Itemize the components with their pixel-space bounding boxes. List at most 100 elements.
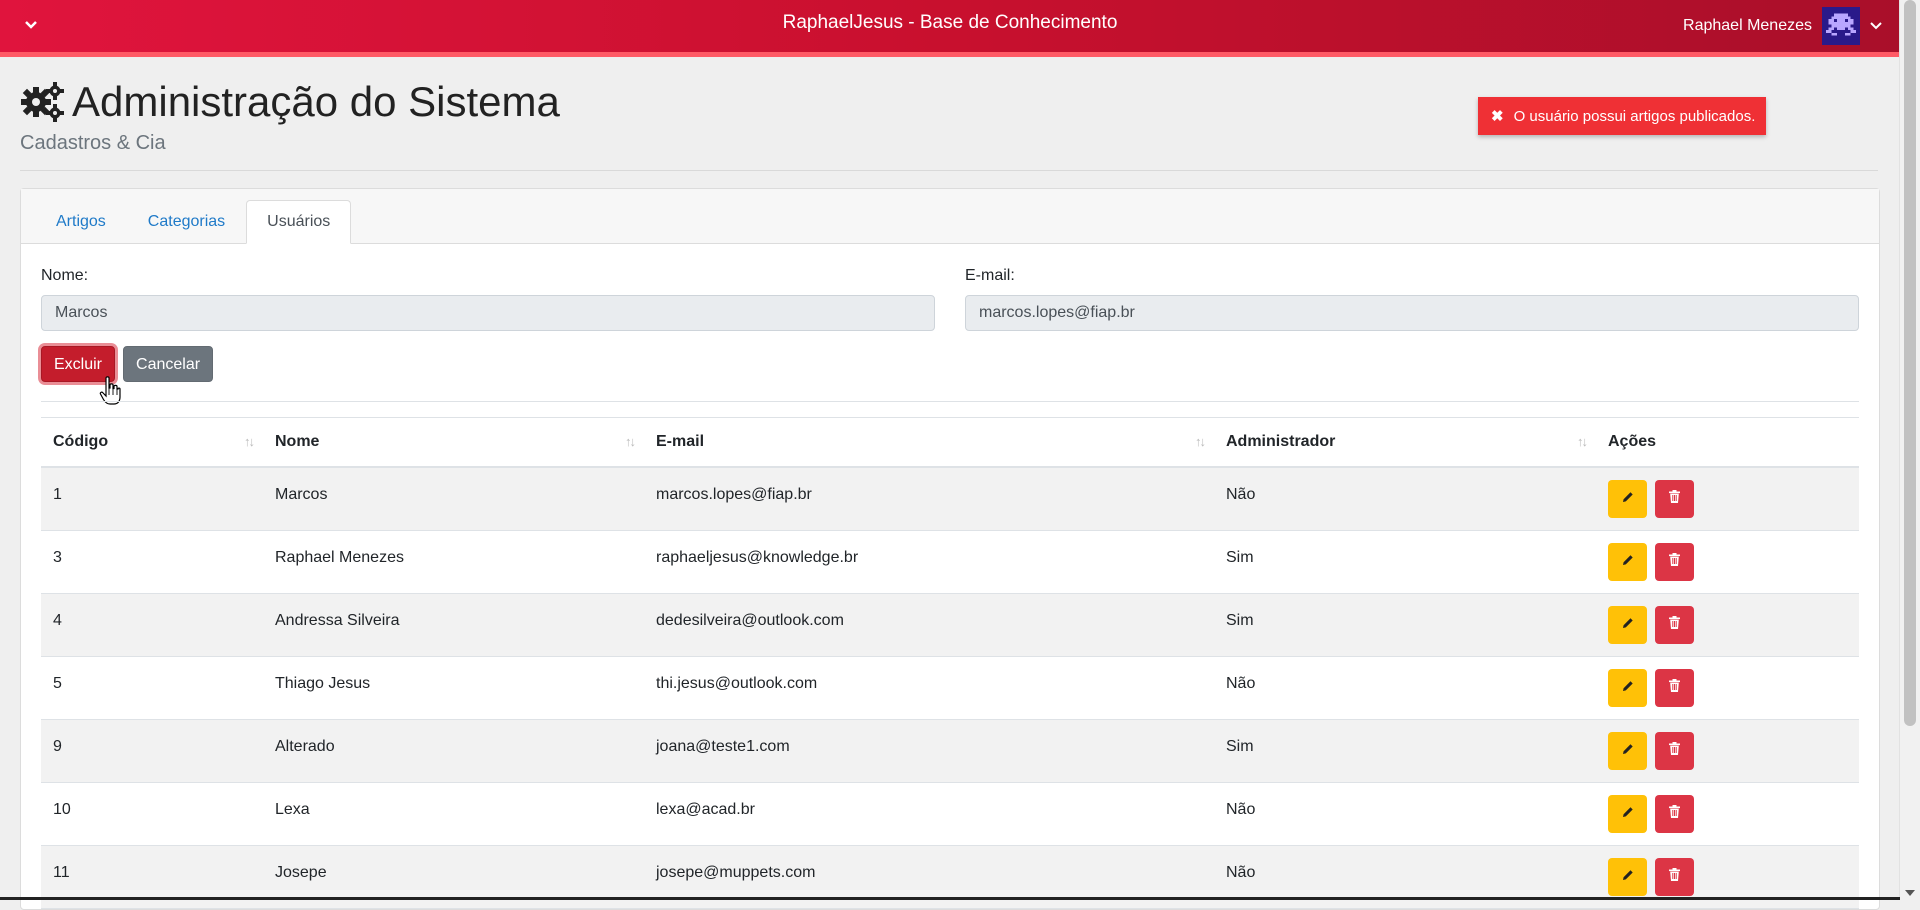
edit-button[interactable]	[1608, 857, 1647, 896]
cell-email: lexa@acad.br	[644, 782, 1214, 846]
cancel-button[interactable]: Cancelar	[123, 346, 214, 382]
cell-admin: Não	[1214, 782, 1596, 846]
row-actions	[1608, 794, 1847, 833]
trash-icon	[1669, 678, 1680, 697]
row-actions	[1608, 480, 1847, 518]
cell-name: Lexa	[263, 782, 644, 846]
cell-actions	[1596, 656, 1859, 720]
close-icon[interactable]: ✖	[1491, 107, 1504, 125]
column-header-nome[interactable]: Nome ↑↓	[263, 417, 644, 468]
sort-icon: ↑↓	[1577, 434, 1588, 449]
cell-actions	[1596, 530, 1859, 594]
cell-actions	[1596, 719, 1859, 783]
pencil-icon	[1622, 553, 1634, 571]
table-row: 10 Lexa lexa@acad.br Não	[41, 782, 1859, 846]
delete-row-button[interactable]	[1655, 794, 1694, 833]
chevron-down-icon	[1870, 22, 1882, 30]
column-label: Código	[53, 433, 109, 450]
vertical-scrollbar[interactable]	[1899, 0, 1920, 900]
name-input[interactable]: Marcos	[41, 295, 935, 331]
trash-icon	[1669, 490, 1680, 508]
trash-icon	[1669, 867, 1680, 886]
edit-button[interactable]	[1608, 605, 1647, 644]
column-header-email[interactable]: E-mail ↑↓	[644, 417, 1214, 468]
sort-icon: ↑↓	[625, 434, 636, 449]
row-actions	[1608, 731, 1847, 770]
table-header-row: Código ↑↓ Nome ↑↓ E-mail ↑↓ Administrador ↑↓…	[41, 417, 1859, 468]
row-actions	[1608, 605, 1847, 644]
email-input[interactable]: marcos.lopes@fiap.br	[965, 295, 1859, 331]
trash-icon	[1669, 552, 1680, 571]
column-header-administrador[interactable]: Administrador ↑↓	[1214, 417, 1596, 468]
gears-icon	[21, 82, 64, 122]
pixel-invader-icon	[1826, 11, 1856, 41]
scroll-down-arrow-icon[interactable]	[1905, 890, 1915, 896]
tab-categorias[interactable]: Categorias	[127, 200, 246, 244]
cell-actions	[1596, 593, 1859, 657]
row-actions	[1608, 542, 1847, 581]
page-header: Administração do Sistema Cadastros & Cia…	[20, 74, 1878, 171]
trash-icon	[1669, 741, 1680, 760]
cell-code: 9	[41, 719, 263, 783]
cell-code: 10	[41, 782, 263, 846]
app-title: RaphaelJesus - Base de Conhecimento	[782, 12, 1118, 33]
pencil-icon	[1622, 805, 1634, 823]
cell-name: Alterado	[263, 719, 644, 783]
delete-row-button[interactable]	[1655, 857, 1694, 896]
delete-row-button[interactable]	[1655, 542, 1694, 581]
cell-admin: Sim	[1214, 593, 1596, 657]
email-label: E-mail:	[965, 267, 1015, 284]
trash-icon	[1669, 615, 1680, 634]
avatar	[1822, 7, 1860, 45]
sort-icon: ↑↓	[244, 434, 255, 449]
tab-artigos[interactable]: Artigos	[35, 200, 127, 244]
pencil-icon	[1622, 868, 1634, 886]
top-navbar: RaphaelJesus - Base de Conhecimento Raph…	[0, 0, 1900, 57]
cell-email: joana@teste1.com	[644, 719, 1214, 783]
cell-admin: Não	[1214, 467, 1596, 531]
admin-card: Artigos Categorias Usuários Nome: Marcos…	[20, 188, 1880, 910]
pencil-icon	[1622, 616, 1634, 634]
cell-name: Raphael Menezes	[263, 530, 644, 594]
error-toast[interactable]: ✖ O usuário possui artigos publicados.	[1478, 97, 1766, 135]
user-name: Raphael Menezes	[1683, 17, 1812, 34]
edit-button[interactable]	[1608, 668, 1647, 707]
cell-actions	[1596, 467, 1859, 531]
table-row: 9 Alterado joana@teste1.com Sim	[41, 719, 1859, 783]
column-header-codigo[interactable]: Código ↑↓	[41, 417, 263, 468]
cell-admin: Sim	[1214, 719, 1596, 783]
table-body: 1 Marcos marcos.lopes@fiap.br Não 3 Raphael M…	[41, 467, 1859, 909]
cell-name: Marcos	[263, 467, 644, 531]
error-toast-message: O usuário possui artigos publicados.	[1513, 107, 1756, 125]
scrollbar-thumb[interactable]	[1904, 0, 1916, 726]
tab-list: Artigos Categorias Usuários	[35, 200, 352, 244]
email-field-group: E-mail: marcos.lopes@fiap.br	[965, 267, 1859, 331]
tab-usuarios[interactable]: Usuários	[246, 200, 352, 244]
column-label: Administrador	[1226, 433, 1336, 450]
column-label: Ações	[1608, 433, 1657, 450]
name-field-group: Nome: Marcos	[41, 267, 935, 331]
card-header: Artigos Categorias Usuários	[21, 189, 1879, 244]
delete-row-button[interactable]	[1655, 668, 1694, 707]
sort-icon: ↑↓	[1195, 434, 1206, 449]
cell-email: marcos.lopes@fiap.br	[644, 467, 1214, 531]
column-label: Nome	[275, 433, 320, 450]
cell-code: 4	[41, 593, 263, 657]
name-label: Nome:	[41, 267, 89, 284]
user-dropdown[interactable]: Raphael Menezes	[1683, 7, 1882, 45]
delete-row-button[interactable]	[1655, 605, 1694, 644]
table-row: 1 Marcos marcos.lopes@fiap.br Não	[41, 467, 1859, 531]
edit-button[interactable]	[1608, 480, 1647, 518]
column-header-acoes: Ações	[1596, 417, 1859, 468]
table-row: 5 Thiago Jesus thi.jesus@outlook.com Não	[41, 656, 1859, 720]
cell-name: Andressa Silveira	[263, 593, 644, 657]
edit-button[interactable]	[1608, 794, 1647, 833]
edit-button[interactable]	[1608, 731, 1647, 770]
row-actions	[1608, 668, 1847, 707]
trash-icon	[1669, 804, 1680, 823]
delete-row-button[interactable]	[1655, 731, 1694, 770]
edit-button[interactable]	[1608, 542, 1647, 581]
cell-email: raphaeljesus@knowledge.br	[644, 530, 1214, 594]
delete-row-button[interactable]	[1655, 480, 1694, 518]
cell-code: 5	[41, 656, 263, 720]
